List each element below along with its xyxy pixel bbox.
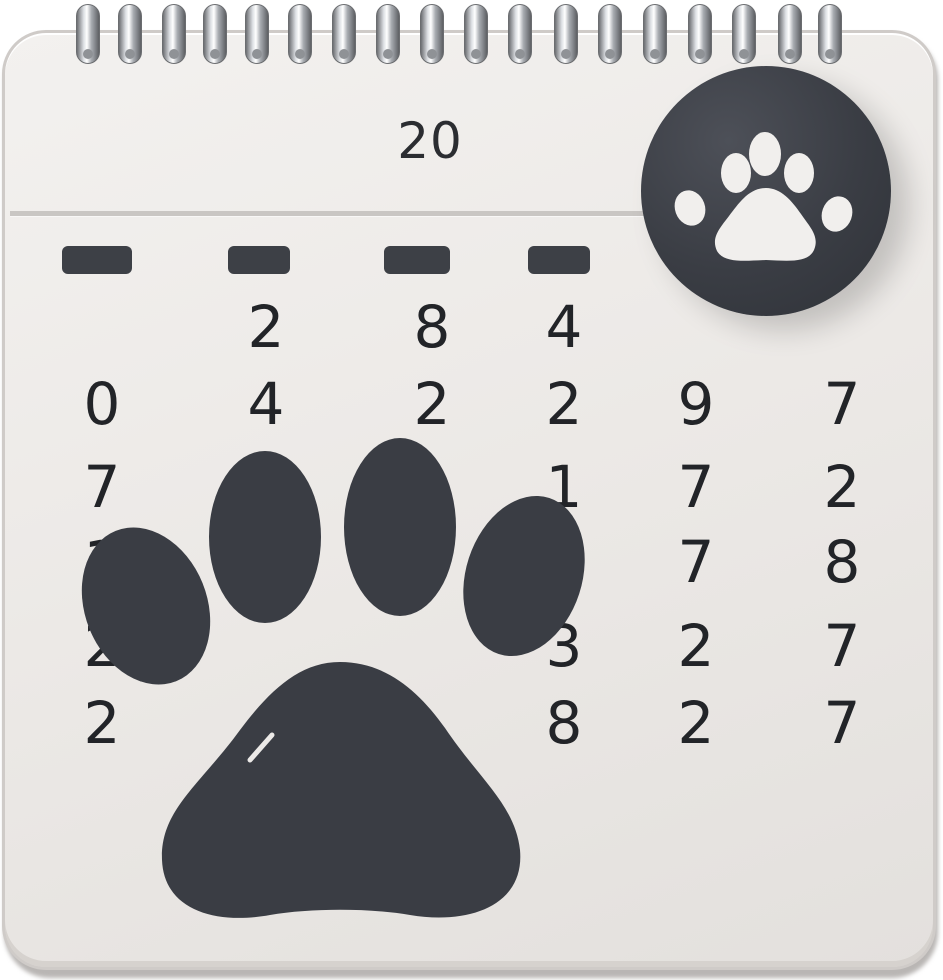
paw-icon bbox=[674, 132, 853, 261]
paw-badge bbox=[641, 66, 891, 316]
